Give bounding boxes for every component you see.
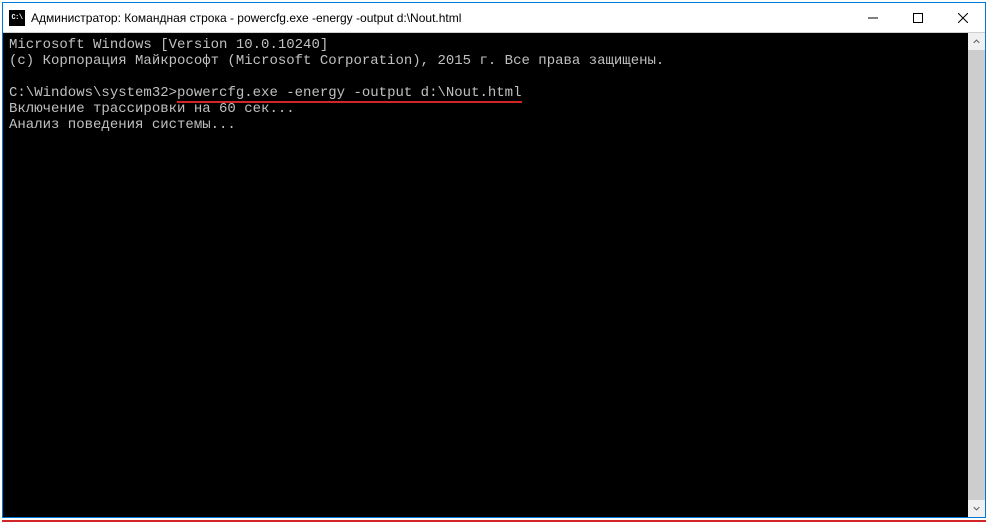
terminal-line: Включение трассировки на 60 сек... bbox=[9, 101, 962, 117]
vertical-scrollbar[interactable] bbox=[968, 33, 985, 517]
terminal-line: Анализ поведения системы... bbox=[9, 117, 962, 133]
scroll-thumb[interactable] bbox=[968, 50, 985, 500]
terminal-line-cmd: C:\Windows\system32>powercfg.exe -energy… bbox=[9, 85, 962, 101]
titlebar[interactable]: C:\ Администратор: Командная строка - po… bbox=[3, 3, 985, 33]
window-title: Администратор: Командная строка - powerc… bbox=[31, 11, 850, 25]
close-icon bbox=[958, 13, 968, 23]
minimize-icon bbox=[868, 13, 878, 23]
close-button[interactable] bbox=[940, 3, 985, 32]
maximize-icon bbox=[913, 13, 923, 23]
window-controls bbox=[850, 3, 985, 32]
chevron-up-icon bbox=[973, 38, 980, 45]
cmd-icon: C:\ bbox=[9, 10, 25, 26]
terminal-area: Microsoft Windows [Version 10.0.10240](c… bbox=[3, 33, 985, 517]
prompt-text: C:\Windows\system32> bbox=[9, 85, 177, 101]
terminal-line: Microsoft Windows [Version 10.0.10240] bbox=[9, 37, 962, 53]
scroll-up-button[interactable] bbox=[968, 33, 985, 50]
scroll-down-button[interactable] bbox=[968, 500, 985, 517]
terminal-line bbox=[9, 69, 962, 85]
command-prompt-window: C:\ Администратор: Командная строка - po… bbox=[2, 2, 986, 518]
maximize-button[interactable] bbox=[895, 3, 940, 32]
terminal-content[interactable]: Microsoft Windows [Version 10.0.10240](c… bbox=[3, 33, 968, 517]
scroll-track[interactable] bbox=[968, 50, 985, 500]
terminal-line: (c) Корпорация Майкрософт (Microsoft Cor… bbox=[9, 53, 962, 69]
minimize-button[interactable] bbox=[850, 3, 895, 32]
chevron-down-icon bbox=[973, 505, 980, 512]
